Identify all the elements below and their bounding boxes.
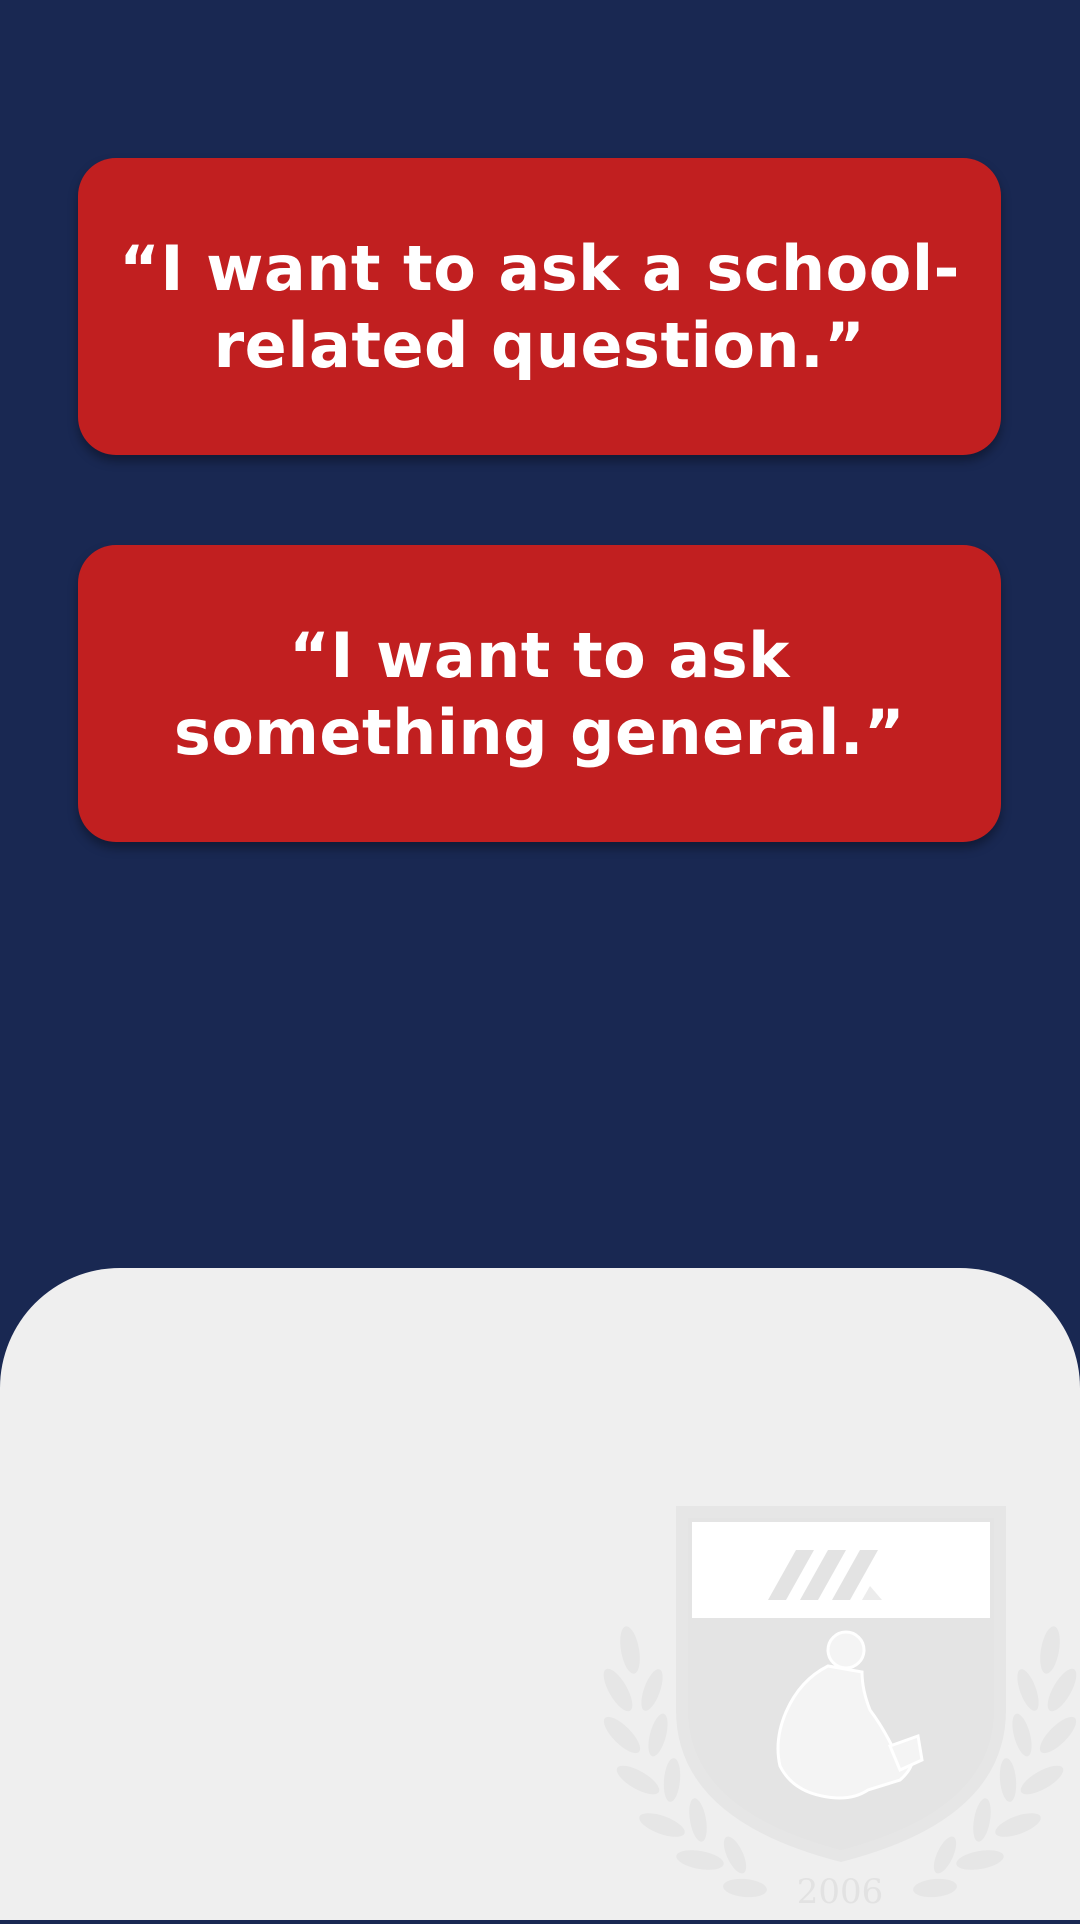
school-crest-icon: 2006 (600, 1490, 1080, 1920)
general-question-label: “I want to ask something general.” (173, 618, 906, 769)
school-question-button[interactable]: “I want to ask a school-related question… (78, 158, 1001, 455)
options-area: “I want to ask a school-related question… (0, 0, 1080, 1300)
general-question-button[interactable]: “I want to ask something general.” (78, 545, 1001, 842)
crest-year: 2006 (796, 1872, 884, 1912)
school-question-label: “I want to ask a school-related question… (119, 231, 960, 382)
